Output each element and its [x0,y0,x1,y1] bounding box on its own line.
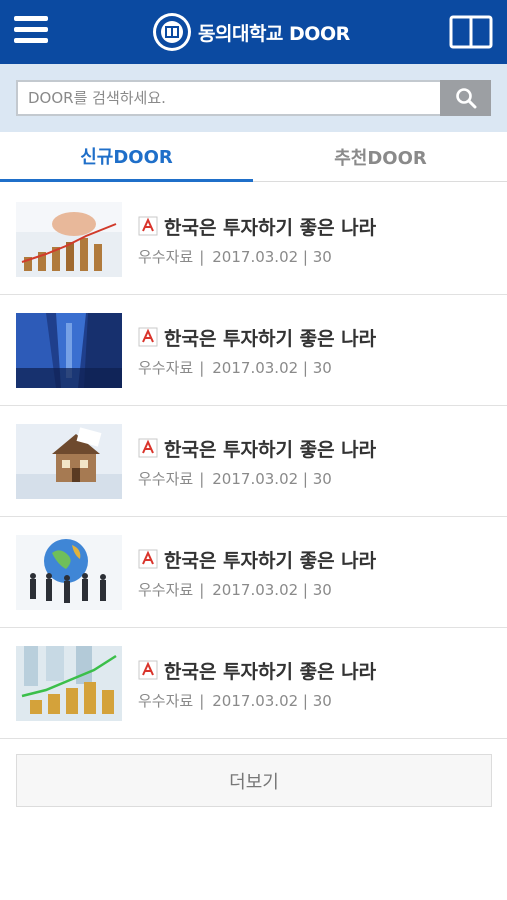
tab-bar: 신규DOOR 추천DOOR [0,132,507,182]
item-count: 30 [312,359,332,377]
thumbnail-globe-businessmen [16,535,122,610]
item-count: 30 [312,248,332,266]
item-date: 2017.03.02 [212,470,299,488]
item-date: 2017.03.02 [212,581,299,599]
item-meta: 우수자료 | 2017.03.02 | 30 [138,470,332,488]
thumbnail-skyscrapers [16,313,122,388]
item-date: 2017.03.02 [212,359,299,377]
item-category: 우수자료 [138,359,194,377]
more-button[interactable]: 더보기 [16,754,492,807]
search-icon [455,88,476,109]
item-title: 한국은 투자하기 좋은 나라 [164,439,377,461]
search-bar [0,64,507,132]
item-category: 우수자료 [138,248,194,266]
item-date: 2017.03.02 [212,248,299,266]
hamburger-menu-icon[interactable] [14,16,48,46]
open-book-icon[interactable] [449,14,493,50]
tab-new-door[interactable]: 신규DOOR [0,132,253,182]
thumbnail-coins-chart [16,202,122,277]
item-count: 30 [312,581,332,599]
list-item[interactable]: 한국은 투자하기 좋은 나라 우수자료 | 2017.03.02 | 30 [0,295,507,406]
item-title: 한국은 투자하기 좋은 나라 [164,217,377,239]
pdf-file-icon [138,216,158,236]
item-meta: 우수자료 | 2017.03.02 | 30 [138,692,332,710]
pdf-file-icon [138,549,158,569]
item-category: 우수자료 [138,692,194,710]
item-category: 우수자료 [138,470,194,488]
app-header: 동의대학교 DOOR [0,0,507,64]
list-item[interactable]: 한국은 투자하기 좋은 나라 우수자료 | 2017.03.02 | 30 [0,517,507,628]
search-input[interactable] [16,80,440,116]
thumbnail-house-model [16,424,122,499]
item-title: 한국은 투자하기 좋은 나라 [164,661,377,683]
search-button[interactable] [440,80,491,116]
item-category: 우수자료 [138,581,194,599]
tab-recommended-door[interactable]: 추천DOOR [254,132,507,182]
thumbnail-coin-stacks-growth [16,646,122,721]
item-title: 한국은 투자하기 좋은 나라 [164,328,377,350]
item-meta: 우수자료 | 2017.03.02 | 30 [138,581,332,599]
item-title: 한국은 투자하기 좋은 나라 [164,550,377,572]
app-title: 동의대학교 DOOR [198,22,350,45]
door-list: 한국은 투자하기 좋은 나라 우수자료 | 2017.03.02 | 30 한국은 … [0,184,507,739]
pdf-file-icon [138,660,158,680]
item-count: 30 [312,692,332,710]
item-count: 30 [312,470,332,488]
item-meta: 우수자료 | 2017.03.02 | 30 [138,359,332,377]
item-meta: 우수자료 | 2017.03.02 | 30 [138,248,332,266]
list-item[interactable]: 한국은 투자하기 좋은 나라 우수자료 | 2017.03.02 | 30 [0,184,507,295]
item-date: 2017.03.02 [212,692,299,710]
list-item[interactable]: 한국은 투자하기 좋은 나라 우수자료 | 2017.03.02 | 30 [0,628,507,739]
brand[interactable]: 동의대학교 DOOR [152,12,350,52]
pdf-file-icon [138,327,158,347]
university-seal-logo [153,13,191,51]
pdf-file-icon [138,438,158,458]
list-item[interactable]: 한국은 투자하기 좋은 나라 우수자료 | 2017.03.02 | 30 [0,406,507,517]
